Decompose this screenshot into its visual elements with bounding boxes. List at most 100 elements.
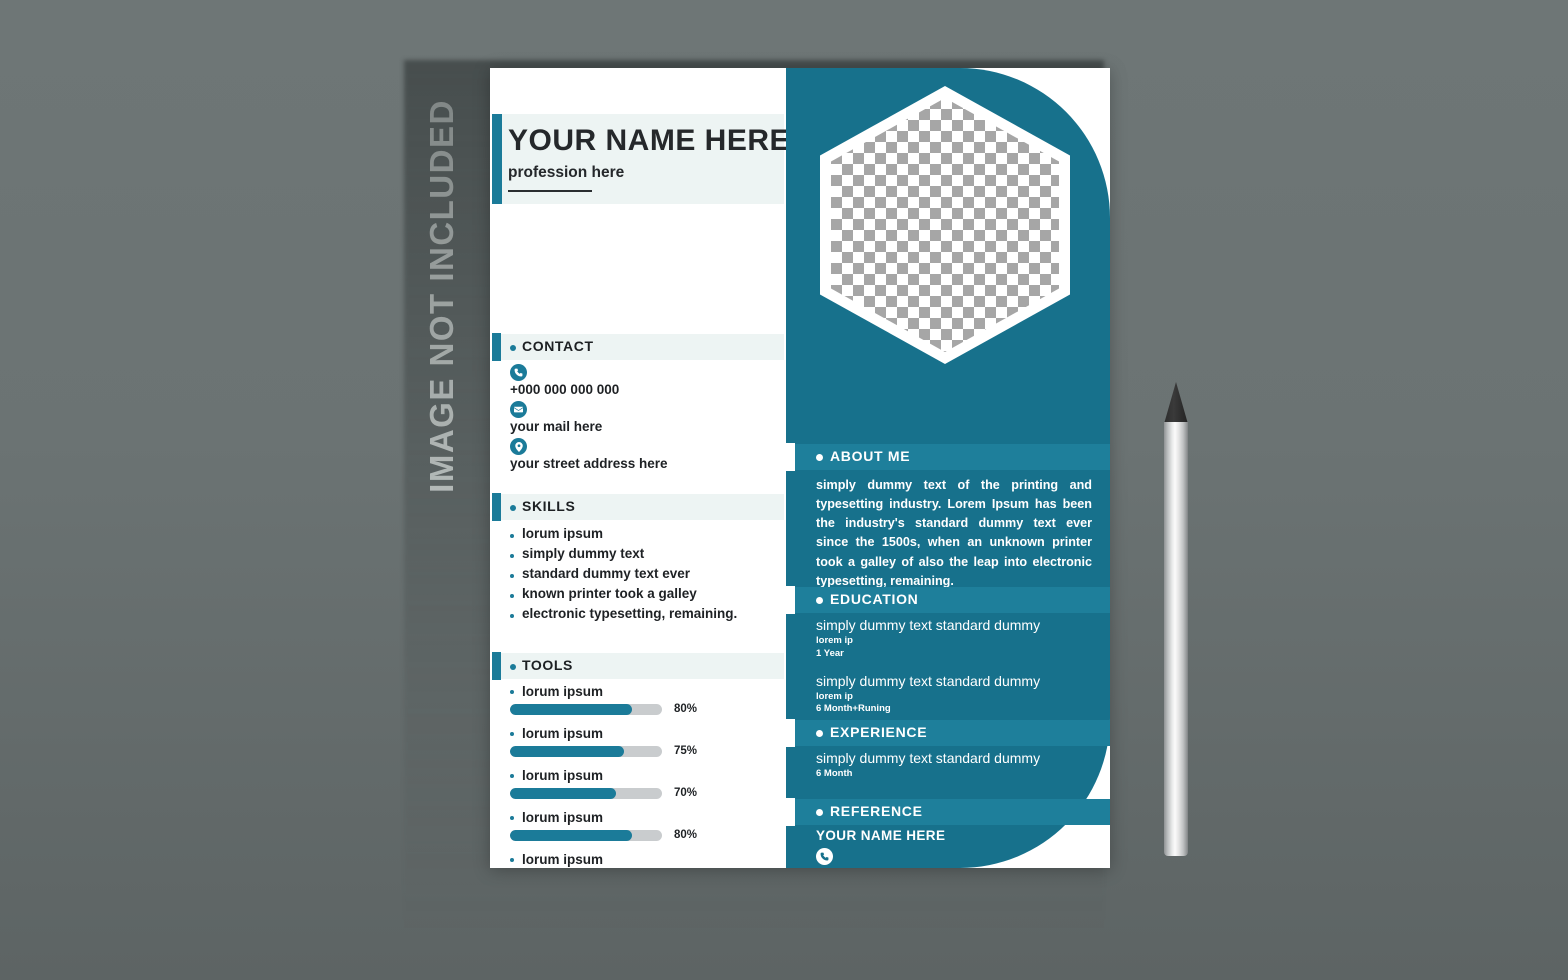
contact-item-address: your street address here bbox=[510, 438, 668, 471]
list-item: known printer took a galley bbox=[510, 586, 737, 601]
section-title-contact: CONTACT bbox=[522, 338, 594, 354]
bullet-dot-icon bbox=[510, 554, 514, 558]
section-accent-tab bbox=[492, 333, 501, 361]
tool-label: lorum ipsum bbox=[522, 852, 604, 867]
education-title: simply dummy text standard dummy bbox=[816, 672, 1041, 689]
phone-icon bbox=[510, 364, 527, 381]
tool-item: lorum ipsum 80% bbox=[510, 684, 768, 715]
tool-label: lorum ipsum bbox=[522, 684, 604, 699]
contact-address-value: your street address here bbox=[510, 456, 668, 471]
progress-percent-label: 75% bbox=[674, 745, 698, 757]
bullet-dot-icon bbox=[510, 574, 514, 578]
avatar bbox=[820, 86, 1070, 364]
about-paragraph: simply dummy text of the printing and ty… bbox=[816, 478, 1092, 588]
education-duration: 6 Month+Runing bbox=[816, 703, 891, 715]
phone-icon bbox=[816, 848, 833, 865]
title-divider bbox=[508, 190, 592, 192]
section-header-education: EDUCATION bbox=[786, 586, 1110, 614]
right-teal-panel: ABOUT ME simply dummy text of the printi… bbox=[786, 68, 1110, 868]
section-header-tools: TOOLS bbox=[492, 652, 784, 680]
section-accent-tab bbox=[492, 493, 501, 521]
section-header-reference: REFERENCE bbox=[786, 798, 1110, 826]
tool-item: lorum ipsum 70% bbox=[510, 768, 768, 799]
tool-item: lorum ipsum 75% bbox=[510, 726, 768, 757]
section-header-skills: SKILLS bbox=[492, 493, 784, 521]
location-pin-icon bbox=[510, 438, 527, 455]
list-item: lorum ipsum bbox=[510, 526, 737, 541]
education-title: simply dummy text standard dummy bbox=[816, 617, 1041, 633]
progress-bar-track bbox=[510, 829, 662, 841]
bullet-dot-icon bbox=[816, 597, 823, 604]
list-item: standard dummy text ever bbox=[510, 566, 737, 581]
education-list: simply dummy text standard dummy lorem i… bbox=[816, 617, 1096, 728]
bullet-dot-icon bbox=[510, 534, 514, 538]
experience-title: simply dummy text standard dummy bbox=[816, 750, 1041, 766]
bullet-dot-icon bbox=[510, 614, 514, 618]
progress-bar-fill bbox=[510, 745, 624, 757]
education-entry: simply dummy text standard dummy lorem i… bbox=[816, 673, 1096, 717]
progress-bar-track bbox=[510, 787, 662, 799]
education-duration: 1 Year bbox=[816, 647, 844, 659]
bullet-dot-icon bbox=[510, 857, 514, 862]
reference-block: YOUR NAME HERE +000 000 000 000 bbox=[816, 828, 1096, 868]
skill-label: simply dummy text bbox=[522, 546, 645, 561]
tool-item: lorum ipsum 80% bbox=[510, 852, 768, 868]
bullet-dot-icon bbox=[816, 809, 823, 816]
section-title-education: EDUCATION bbox=[830, 591, 919, 607]
section-header-about: ABOUT ME bbox=[786, 443, 1110, 471]
skill-label: standard dummy text ever bbox=[522, 566, 691, 581]
experience-duration: 6 Month bbox=[816, 768, 853, 779]
section-header-contact: CONTACT bbox=[492, 333, 784, 361]
experience-entry: simply dummy text standard dummy 6 Month bbox=[816, 750, 1096, 781]
tool-item: lorum ipsum 80% bbox=[510, 810, 768, 841]
education-org: lorem ip bbox=[816, 635, 853, 646]
reference-name: YOUR NAME HERE bbox=[816, 828, 946, 843]
skill-label: electronic typesetting, remaining. bbox=[522, 606, 738, 621]
section-accent-tab bbox=[786, 719, 795, 747]
section-title-tools: TOOLS bbox=[522, 657, 573, 673]
tool-label: lorum ipsum bbox=[522, 726, 604, 741]
tool-label: lorum ipsum bbox=[522, 810, 604, 825]
bullet-dot-icon bbox=[816, 454, 823, 461]
section-title-skills: SKILLS bbox=[522, 498, 576, 514]
bullet-dot-icon bbox=[510, 505, 516, 511]
contact-phone-value: +000 000 000 000 bbox=[510, 382, 620, 397]
bullet-dot-icon bbox=[510, 731, 514, 736]
reference-phone-value: +000 000 000 000 bbox=[816, 866, 1096, 868]
education-entry: simply dummy text standard dummy lorem i… bbox=[816, 617, 1096, 661]
section-accent-tab bbox=[786, 586, 795, 614]
progress-bar-fill bbox=[510, 703, 632, 715]
right-column: ABOUT ME simply dummy text of the printi… bbox=[786, 68, 1110, 868]
section-accent-tab bbox=[786, 798, 795, 826]
progress-bar-fill bbox=[510, 787, 617, 799]
progress-percent-label: 70% bbox=[674, 787, 698, 799]
progress-percent-label: 80% bbox=[674, 829, 698, 841]
progress-bar-track bbox=[510, 745, 662, 757]
list-item: electronic typesetting, remaining. bbox=[510, 606, 737, 621]
profession-subtitle: profession here bbox=[508, 164, 625, 181]
pencil-tip bbox=[1164, 382, 1188, 424]
list-item: simply dummy text bbox=[510, 546, 737, 561]
contact-mail-value: your mail here bbox=[510, 419, 603, 434]
progress-percent-label: 80% bbox=[674, 703, 698, 715]
contact-item-mail: your mail here bbox=[510, 401, 668, 434]
bullet-dot-icon bbox=[816, 730, 823, 737]
education-org: lorem ip bbox=[816, 690, 853, 702]
bullet-dot-icon bbox=[510, 664, 516, 670]
section-title-reference: REFERENCE bbox=[830, 803, 923, 819]
bullet-dot-icon bbox=[510, 815, 514, 820]
skill-label: lorum ipsum bbox=[522, 526, 604, 541]
section-header-experience: EXPERIENCE bbox=[786, 719, 1110, 747]
page-title: YOUR NAME HERE bbox=[508, 124, 786, 157]
skills-list: lorum ipsum simply dummy text standard d… bbox=[510, 526, 737, 626]
left-column: YOUR NAME HERE profession here CONTACT +… bbox=[490, 68, 786, 868]
reference-item-phone: +000 000 000 000 bbox=[816, 848, 1096, 868]
progress-bar-track bbox=[510, 703, 662, 715]
contact-list: +000 000 000 000 your mail here your str… bbox=[510, 364, 668, 475]
section-title-about: ABOUT ME bbox=[830, 448, 911, 464]
bullet-dot-icon bbox=[510, 689, 514, 694]
bullet-dot-icon bbox=[510, 345, 516, 351]
bullet-dot-icon bbox=[510, 773, 514, 778]
resume-page: YOUR NAME HERE profession here CONTACT +… bbox=[490, 68, 1110, 868]
experience-list: simply dummy text standard dummy 6 Month bbox=[816, 750, 1096, 793]
